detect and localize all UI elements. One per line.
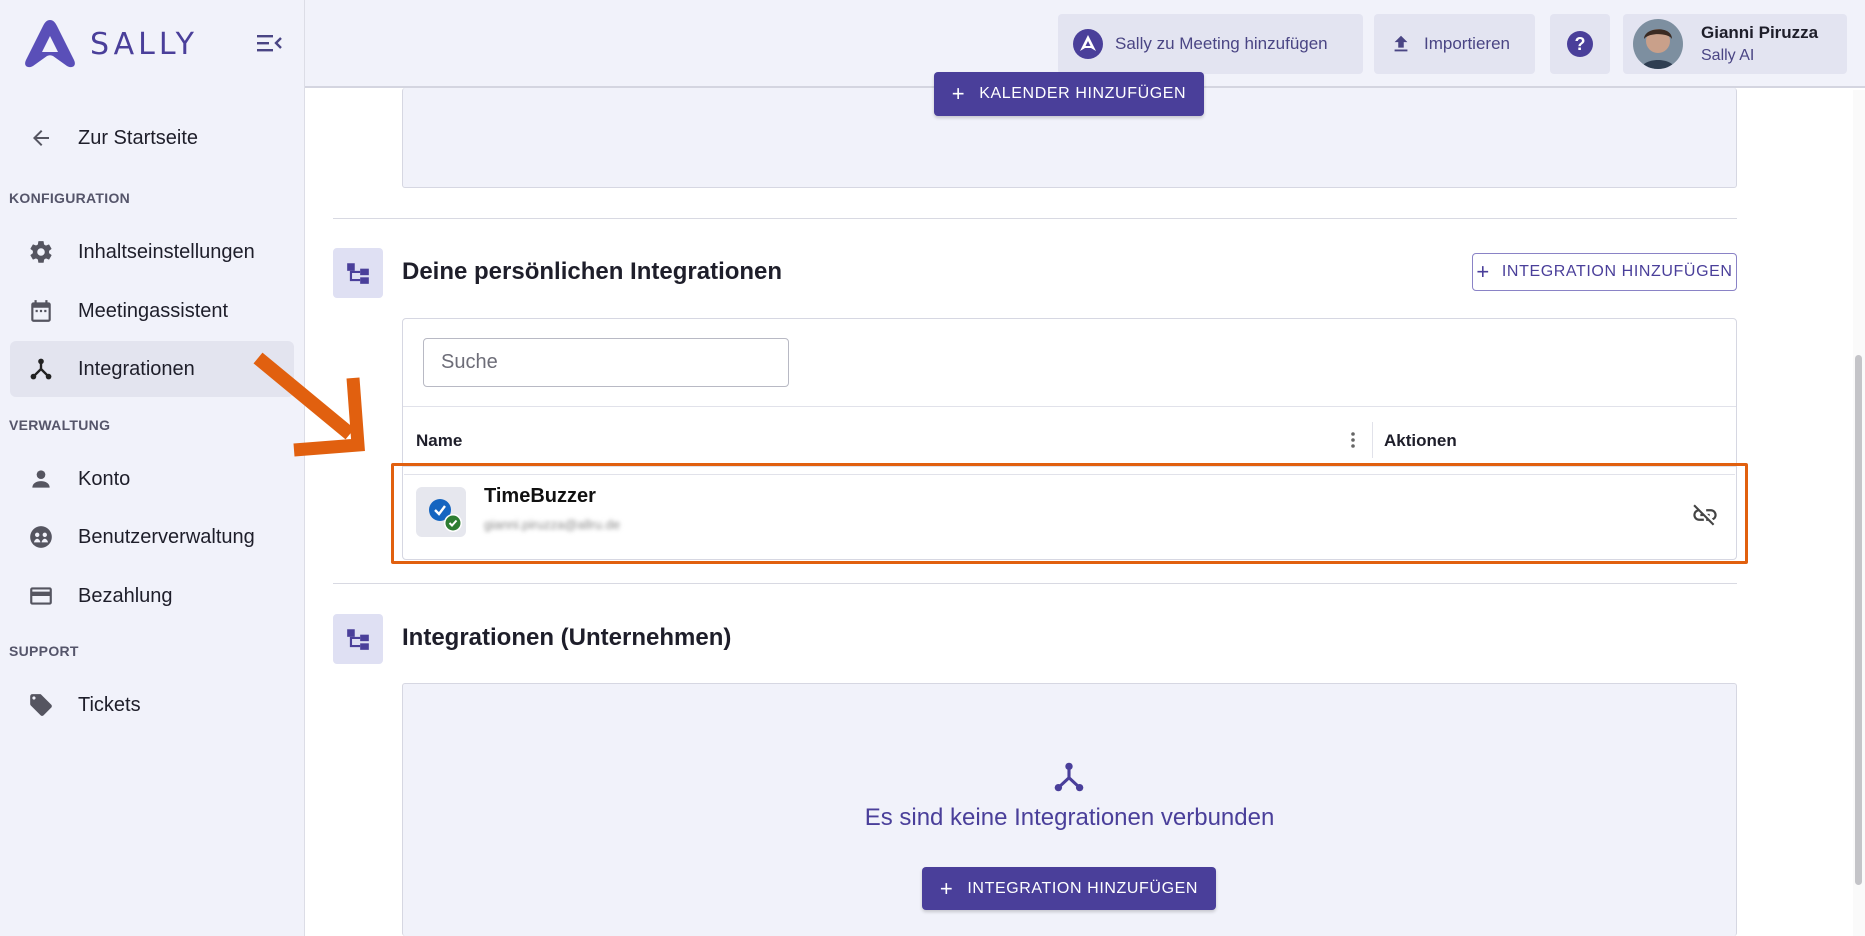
table-row[interactable]: TimeBuzzer gianni.piruzza@allru.de	[404, 474, 1735, 554]
sidebar-item-inhaltseinstellungen[interactable]: Inhaltseinstellungen	[10, 224, 294, 280]
plus-icon: +	[939, 875, 954, 901]
company-integrations-section-icon	[333, 614, 383, 664]
sidebar-item-tickets[interactable]: Tickets	[10, 677, 294, 733]
integrations-section-icon	[333, 248, 383, 298]
unlink-icon[interactable]	[1691, 501, 1719, 529]
table-header-divider	[403, 406, 1736, 407]
logo-text: SALLY	[90, 26, 198, 62]
menu-collapse-icon	[257, 35, 282, 52]
integrations-table: Name Aktionen TimeBuzzer gianni.piruzza@…	[402, 318, 1737, 560]
company-integrations-title: Integrationen (Unternehmen)	[402, 624, 732, 651]
gear-icon	[26, 237, 56, 267]
annotation-arrow-icon	[253, 352, 365, 457]
sidebar-item-label: Tickets	[78, 693, 141, 716]
add-company-integration-button[interactable]: + INTEGRATION HINZUFÜGEN	[922, 867, 1216, 910]
timebuzzer-icon	[416, 487, 466, 537]
sidebar-item-label: Konto	[78, 467, 131, 490]
empty-state-text: Es sind keine Integrationen verbunden	[864, 804, 1275, 831]
sidebar-item-label: Inhaltseinstellungen	[78, 240, 255, 263]
add-integration-label: INTEGRATION HINZUFÜGEN	[1501, 263, 1733, 280]
person-icon	[26, 464, 56, 494]
integration-email: gianni.piruzza@allru.de	[484, 517, 621, 532]
column-header-name[interactable]: Name	[416, 431, 462, 451]
search-input[interactable]	[423, 338, 789, 387]
user-name: Gianni Piruzza	[1701, 23, 1819, 42]
sidebar-item-label: Bezahlung	[78, 584, 173, 607]
credit-card-icon	[26, 581, 56, 611]
plus-icon: +	[1476, 259, 1490, 284]
calendar-icon	[26, 296, 56, 326]
avatar	[1633, 19, 1683, 69]
add-integration-outline-button[interactable]: + INTEGRATION HINZUFÜGEN	[1472, 253, 1737, 291]
sally-logo-icon	[1073, 29, 1103, 59]
integration-name: TimeBuzzer	[484, 485, 596, 507]
sidebar-item-meetingassistent[interactable]: Meetingassistent	[10, 283, 294, 339]
section-konfiguration: KONFIGURATION	[9, 190, 131, 206]
sidebar-item-label: Benutzerverwaltung	[78, 525, 255, 548]
arrow-left-icon	[26, 123, 56, 153]
table-row-divider	[403, 466, 1736, 467]
sidebar-item-bezahlung[interactable]: Bezahlung	[10, 568, 294, 624]
back-to-home-link[interactable]: Zur Startseite	[10, 110, 294, 166]
upload-icon	[1394, 35, 1408, 52]
add-calendar-button[interactable]: + KALENDER HINZUFÜGEN	[934, 72, 1204, 116]
back-label: Zur Startseite	[78, 126, 199, 149]
divider	[333, 218, 1737, 219]
integration-hub-icon	[26, 354, 56, 384]
integration-hub-icon	[1054, 762, 1084, 792]
divider	[333, 583, 1737, 584]
import-label: Importieren	[1424, 34, 1510, 53]
help-icon: ?	[1567, 31, 1593, 57]
help-button[interactable]: ?	[1550, 14, 1610, 74]
users-icon	[26, 522, 56, 552]
import-button[interactable]: Importieren	[1374, 14, 1535, 74]
sidebar-item-label: Meetingassistent	[78, 299, 229, 322]
section-verwaltung: VERWALTUNG	[9, 417, 111, 433]
plus-icon: +	[951, 81, 966, 106]
sidebar-item-label: Integrationen	[78, 357, 195, 380]
column-header-actions: Aktionen	[1384, 431, 1457, 450]
sally-logo-icon	[25, 20, 75, 68]
collapse-sidebar-button[interactable]	[254, 30, 284, 56]
tag-icon	[26, 690, 56, 720]
add-integration-label: INTEGRATION HINZUFÜGEN	[967, 879, 1199, 897]
add-meeting-label: Sally zu Meeting hinzufügen	[1115, 34, 1328, 53]
user-menu[interactable]: Gianni Piruzza Sally AI	[1623, 14, 1847, 74]
add-sally-to-meeting-button[interactable]: Sally zu Meeting hinzufügen	[1058, 14, 1363, 74]
personal-integrations-title: Deine persönlichen Integrationen	[402, 258, 783, 285]
sidebar: SALLY Zur Startseite KONFIGURATION Inhal…	[0, 0, 305, 936]
scrollbar-track[interactable]	[1853, 90, 1865, 936]
user-org: Sally AI	[1701, 47, 1755, 64]
add-calendar-label: KALENDER HINZUFÜGEN	[979, 85, 1187, 102]
logo[interactable]: SALLY	[22, 18, 198, 70]
column-separator	[1372, 422, 1373, 458]
column-menu-icon[interactable]	[1346, 429, 1360, 451]
section-support: SUPPORT	[9, 643, 79, 659]
scrollbar-thumb[interactable]	[1855, 355, 1862, 885]
sidebar-item-benutzerverwaltung[interactable]: Benutzerverwaltung	[10, 509, 294, 565]
